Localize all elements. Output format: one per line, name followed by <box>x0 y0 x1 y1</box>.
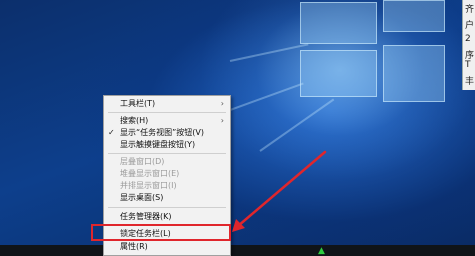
annotation-arrow <box>232 150 327 232</box>
